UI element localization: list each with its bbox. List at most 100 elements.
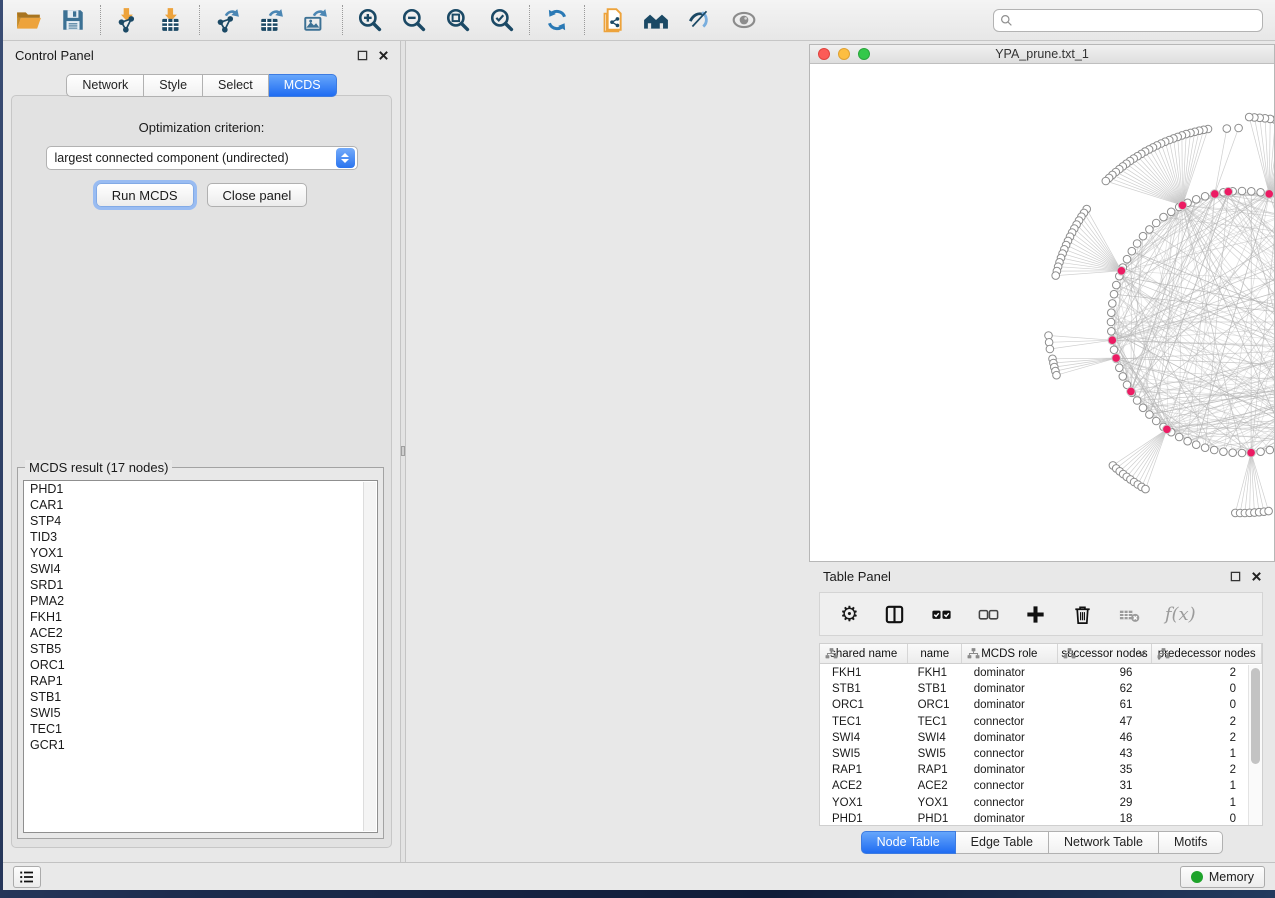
- tab-select[interactable]: Select: [203, 74, 269, 97]
- float-panel-icon[interactable]: [356, 49, 369, 62]
- column-label: shared name: [830, 648, 897, 660]
- search-box[interactable]: [993, 9, 1263, 32]
- table-cell: 0: [1144, 699, 1248, 711]
- result-list-item[interactable]: TEC1: [24, 721, 377, 737]
- table-cell: dominator: [962, 813, 1054, 825]
- tab-motifs[interactable]: Motifs: [1159, 831, 1223, 854]
- network-graph[interactable]: [810, 64, 1274, 561]
- zoom-selected-icon[interactable]: [488, 6, 516, 34]
- toolbar-separator: [100, 5, 101, 35]
- select-stepper-icon: [336, 148, 355, 168]
- table-row[interactable]: PHD1PHD1dominator180: [820, 811, 1248, 825]
- table-cell: 1: [1144, 797, 1248, 809]
- close-panel-button[interactable]: Close panel: [207, 183, 308, 207]
- result-list-item[interactable]: GCR1: [24, 737, 377, 753]
- tab-node-table[interactable]: Node Table: [861, 831, 956, 854]
- close-table-panel-icon[interactable]: [1250, 570, 1263, 583]
- run-mcds-button[interactable]: Run MCDS: [96, 183, 194, 207]
- network-canvas[interactable]: [810, 64, 1274, 561]
- delete-row-icon[interactable]: [1071, 599, 1094, 629]
- zoom-fit-icon[interactable]: [444, 6, 472, 34]
- result-list-item[interactable]: ACE2: [24, 625, 377, 641]
- zoom-in-icon[interactable]: [356, 6, 384, 34]
- result-list-item[interactable]: STP4: [24, 513, 377, 529]
- table-header-row: shared name name MCDS role successor nodesp…: [820, 644, 1262, 664]
- table-cell: STB1: [906, 683, 962, 695]
- delete-table-icon[interactable]: [1118, 599, 1141, 629]
- tab-style[interactable]: Style: [144, 74, 203, 97]
- column-header-name[interactable]: name: [908, 644, 962, 663]
- table-cell: 43: [1053, 748, 1144, 760]
- search-input[interactable]: [1017, 13, 1256, 27]
- table-cell: YOX1: [820, 797, 906, 809]
- column-label: MCDS role: [981, 648, 1037, 660]
- result-list-scrollbar[interactable]: [363, 482, 376, 831]
- result-list-item[interactable]: CAR1: [24, 497, 377, 513]
- home-networks-icon[interactable]: [642, 6, 670, 34]
- table-row[interactable]: RAP1RAP1dominator352: [820, 762, 1248, 778]
- table-row[interactable]: TEC1TEC1connector472: [820, 714, 1248, 730]
- zoom-out-icon[interactable]: [400, 6, 428, 34]
- refresh-layout-icon[interactable]: [543, 6, 571, 34]
- table-row[interactable]: YOX1YOX1connector291: [820, 795, 1248, 811]
- table-row[interactable]: ORC1ORC1dominator610: [820, 697, 1248, 713]
- column-header-shared-name[interactable]: shared name: [820, 644, 908, 663]
- export-network-icon[interactable]: [213, 6, 241, 34]
- table-row[interactable]: ACE2ACE2connector311: [820, 778, 1248, 794]
- table-cell: connector: [962, 797, 1054, 809]
- table-row[interactable]: FKH1FKH1dominator962: [820, 665, 1248, 681]
- show-column-icon[interactable]: [883, 599, 906, 629]
- show-graphics-details-icon[interactable]: [730, 6, 758, 34]
- export-image-icon[interactable]: [301, 6, 329, 34]
- table-body: FKH1FKH1dominator962STB1STB1dominator620…: [820, 665, 1248, 825]
- settings-gear-icon[interactable]: ⚙: [840, 599, 859, 629]
- table-scrollbar[interactable]: [1248, 665, 1262, 825]
- show-panels-list-button[interactable]: [13, 866, 41, 888]
- hide-graphics-details-icon[interactable]: [686, 6, 714, 34]
- tab-edge-table[interactable]: Edge Table: [956, 831, 1049, 854]
- result-list-item[interactable]: STB5: [24, 641, 377, 657]
- result-list-item[interactable]: TID3: [24, 529, 377, 545]
- result-list-item[interactable]: SWI4: [24, 561, 377, 577]
- network-document-icon[interactable]: [598, 6, 626, 34]
- result-list-item[interactable]: FKH1: [24, 609, 377, 625]
- select-all-icon[interactable]: [930, 599, 953, 629]
- optimization-criterion-select[interactable]: largest connected component (undirected): [46, 146, 358, 170]
- function-builder-icon[interactable]: f(x): [1165, 599, 1196, 629]
- splitter-grip[interactable]: [401, 446, 405, 456]
- result-list-item[interactable]: SRD1: [24, 577, 377, 593]
- tab-network[interactable]: Network: [66, 74, 144, 97]
- result-list-item[interactable]: RAP1: [24, 673, 377, 689]
- table-scrollbar-thumb[interactable]: [1251, 668, 1260, 764]
- result-list-item[interactable]: STB1: [24, 689, 377, 705]
- save-icon[interactable]: [59, 6, 87, 34]
- table-panel-title: Table Panel: [823, 569, 891, 584]
- open-folder-icon[interactable]: [15, 6, 43, 34]
- unselect-all-icon[interactable]: [977, 599, 1000, 629]
- optimization-criterion-label: Optimization criterion:: [12, 120, 391, 135]
- column-header-predecessor-nodes[interactable]: predecessor nodes: [1152, 644, 1262, 663]
- table-toolbar: ⚙ f(x): [819, 592, 1263, 636]
- column-header-MCDS-role[interactable]: MCDS role: [962, 644, 1057, 663]
- toolbar-separator: [199, 5, 200, 35]
- export-table-icon[interactable]: [257, 6, 285, 34]
- memory-button[interactable]: Memory: [1180, 866, 1265, 888]
- result-list-item[interactable]: PMA2: [24, 593, 377, 609]
- toolbar-separator: [342, 5, 343, 35]
- table-row[interactable]: STB1STB1dominator620: [820, 681, 1248, 697]
- import-network-icon[interactable]: [114, 6, 142, 34]
- result-list-item[interactable]: YOX1: [24, 545, 377, 561]
- result-list-item[interactable]: SWI5: [24, 705, 377, 721]
- table-cell: SWI4: [820, 732, 906, 744]
- table-row[interactable]: SWI4SWI4dominator462: [820, 730, 1248, 746]
- column-header-successor-nodes[interactable]: successor nodes: [1058, 644, 1153, 663]
- import-table-icon[interactable]: [158, 6, 186, 34]
- table-row[interactable]: SWI5SWI5connector431: [820, 746, 1248, 762]
- add-row-icon[interactable]: [1024, 599, 1047, 629]
- float-table-panel-icon[interactable]: [1229, 570, 1242, 583]
- tab-network-table[interactable]: Network Table: [1049, 831, 1159, 854]
- result-list-item[interactable]: PHD1: [24, 481, 377, 497]
- close-panel-icon[interactable]: [377, 49, 390, 62]
- result-list-item[interactable]: ORC1: [24, 657, 377, 673]
- tab-mcds[interactable]: MCDS: [269, 74, 337, 97]
